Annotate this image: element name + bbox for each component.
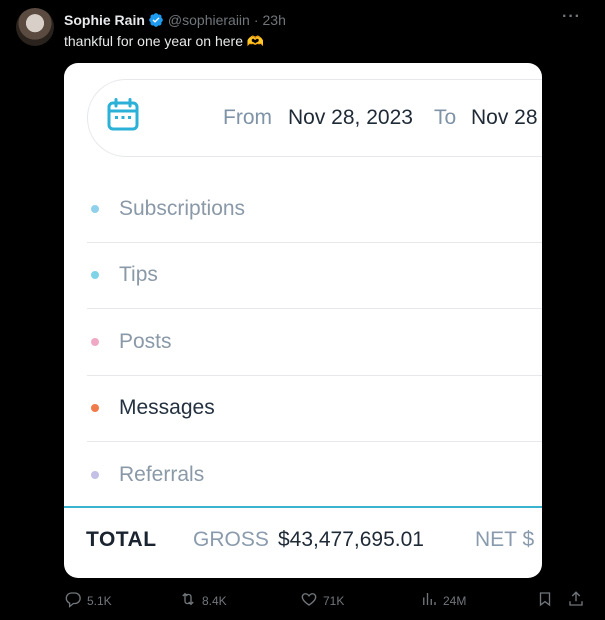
repost-count: 8.4K [202,593,227,608]
category-label: Tips [119,263,158,287]
share-icon [567,590,590,611]
bookmark-button[interactable] [536,590,559,611]
from-date[interactable]: Nov 28, 2023 [288,106,413,130]
category-dot [91,271,99,280]
from-label: From [223,106,272,129]
author-handle[interactable]: @sophieraiin [168,12,250,28]
avatar[interactable] [16,8,54,46]
repost-button[interactable]: 8.4K [179,590,227,611]
like-count: 71K [323,593,345,608]
category-subscriptions[interactable]: Subscriptions [87,176,542,243]
to-label: To [434,106,457,129]
category-label: Posts [119,329,172,353]
bookmark-icon [536,590,559,611]
category-referrals[interactable]: Referrals [87,442,542,509]
gross-label: GROSS [193,528,269,551]
calendar-icon [107,98,139,132]
share-button[interactable] [567,590,590,611]
tweet-header: Sophie Rain @sophieraiin · 23h ··· [64,8,585,30]
total-label: TOTAL [86,528,157,551]
category-label: Subscriptions [119,196,246,220]
earnings-screenshot[interactable]: From Nov 28, 2023 To Nov 28 Subscription… [64,63,542,578]
verified-badge-icon [148,12,164,28]
category-dot [91,471,99,480]
tweet: Sophie Rain @sophieraiin · 23h ··· thank… [0,0,605,620]
views-count: 24M [443,593,467,608]
tweet-text: thankful for one year on here 🫶 [64,33,265,49]
category-dot [91,337,99,346]
category-tips[interactable]: Tips [87,243,542,309]
to-date[interactable]: Nov 28 [471,106,538,130]
heart-icon [300,590,323,611]
author-name[interactable]: Sophie Rain [64,12,145,28]
like-button[interactable]: 71K [300,590,344,611]
category-messages[interactable]: Messages [87,376,542,442]
views-icon [420,590,443,611]
more-options-icon[interactable]: ··· [562,8,581,26]
gross-value: $43,477,695.01 [278,528,424,551]
category-list: Subscriptions Tips Posts Messages Referr… [87,176,542,509]
category-dot [91,404,99,413]
reply-icon [64,590,87,611]
date-range-picker[interactable]: From Nov 28, 2023 To Nov 28 [87,79,542,157]
reply-count: 5.1K [87,593,112,608]
separator: · [253,12,259,28]
reply-button[interactable]: 5.1K [64,590,112,611]
tweet-actions: 5.1K 8.4K 71K 24M [64,590,589,612]
category-label: Referrals [119,463,205,487]
views-button[interactable]: 24M [420,590,466,611]
net-label: NET $ [475,528,535,551]
category-label: Messages [119,396,215,420]
totals-row: TOTAL GROSS $43,477,695.01 NET $ [64,506,542,578]
category-posts[interactable]: Posts [87,309,542,376]
repost-icon [179,590,202,611]
category-dot [91,204,99,213]
post-time[interactable]: 23h [263,12,286,28]
